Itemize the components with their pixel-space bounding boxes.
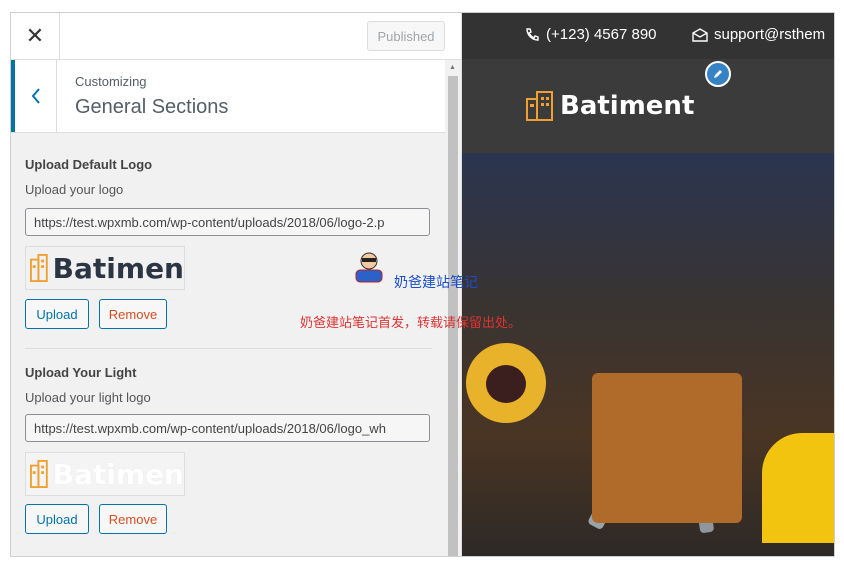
site-preview: (+123) 4567 890 support@rsthem Batiment <box>462 13 834 556</box>
phone-icon <box>526 27 539 41</box>
scroll-up-icon[interactable]: ▲ <box>449 64 456 71</box>
preview-topbar: (+123) 4567 890 support@rsthem <box>462 13 834 59</box>
mail-icon <box>692 27 708 42</box>
remove-button[interactable]: Remove <box>99 299 167 329</box>
breadcrumb: Customizing <box>75 74 147 89</box>
back-chevron-icon[interactable] <box>11 60 57 132</box>
upload-button[interactable]: Upload <box>25 504 89 534</box>
control-title: Upload Your Light <box>25 365 137 380</box>
published-button[interactable]: Published <box>367 21 445 51</box>
upload-button[interactable]: Upload <box>25 299 89 329</box>
preview-logo[interactable]: Batiment <box>526 91 694 121</box>
email-address: support@rsthem <box>714 26 826 43</box>
tape-measure-shape <box>466 343 546 423</box>
panel-scrollbar[interactable]: ▲ <box>445 60 461 556</box>
light-logo-control: Upload Your Light Upload your light logo… <box>25 349 445 534</box>
controls-list: Upload Default Logo Upload your logo htt… <box>25 133 445 534</box>
close-icon[interactable]: ✕ <box>11 13 60 59</box>
building-icon <box>526 91 553 121</box>
logo-preview-text: Batimen <box>52 251 184 285</box>
watermark-notice: 奶爸建站笔记首发，转载请保留出处。 <box>300 315 522 330</box>
watermark-brand: 奶爸建站笔记 <box>394 274 478 290</box>
building-icon <box>30 459 48 489</box>
light-logo-url-field[interactable]: https://test.wpxmb.com/wp-content/upload… <box>25 414 430 442</box>
hero-image <box>462 153 834 556</box>
phone-contact: (+123) 4567 890 <box>524 26 657 43</box>
remove-button[interactable]: Remove <box>99 504 167 534</box>
tool-pouch-shape <box>592 373 742 523</box>
logo-url-field[interactable]: https://test.wpxmb.com/wp-content/upload… <box>25 208 430 236</box>
customizer-topbar: ✕ Published <box>11 13 461 60</box>
control-description: Upload your light logo <box>25 390 151 405</box>
control-description: Upload your logo <box>25 182 124 197</box>
control-title: Upload Default Logo <box>25 157 153 172</box>
logo-preview: Batimen <box>25 246 185 290</box>
section-title: General Sections <box>75 96 229 118</box>
helmet-shape <box>762 433 834 543</box>
email-contact: support@rsthem <box>692 26 825 43</box>
mascot-icon <box>355 252 383 283</box>
logo-control: Upload Default Logo Upload your logo htt… <box>25 133 445 329</box>
light-logo-preview: Batimen <box>25 452 185 496</box>
preview-logo-text: Batiment <box>560 91 695 121</box>
phone-number: (+123) 4567 890 <box>546 26 657 43</box>
section-header: Customizing General Sections <box>11 60 445 133</box>
light-logo-preview-text: Batimen <box>52 457 184 491</box>
building-icon <box>30 253 48 283</box>
edit-pencil-icon[interactable] <box>705 61 731 87</box>
